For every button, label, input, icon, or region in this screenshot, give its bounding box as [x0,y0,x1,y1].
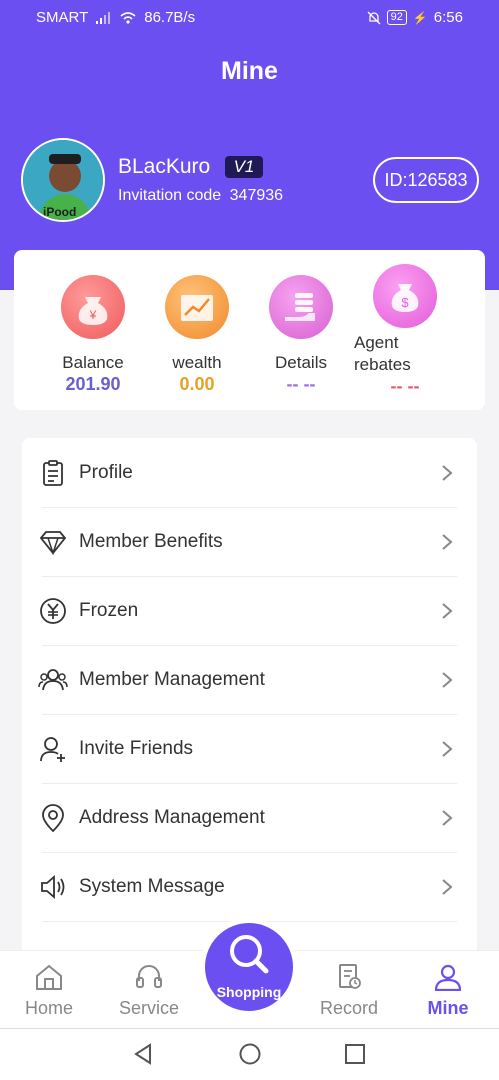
menu-label: Frozen [79,599,139,621]
invitation-value: 347936 [229,187,284,204]
document-clock-icon [339,964,361,989]
svg-text:¥: ¥ [89,308,97,322]
page-title: Mine [221,57,278,85]
stat-label: Details [275,353,327,372]
invitation-code: Invitation code 347936 [118,187,283,205]
menu-card: Profile Member Benefits Frozen Member Ma… [22,438,477,998]
chevron-right-icon [442,809,453,826]
invitation-label: Invitation code [118,187,222,204]
stats-card: ¥ Balance 201.90 wealth 0.00 Details -- … [14,250,485,410]
user-icon [434,964,462,992]
menu-label: Member Management [79,668,265,690]
network-speed: 86.7B/s [144,9,196,26]
vip-badge: V1 [225,156,263,178]
chevron-right-icon [442,533,453,550]
home-icon [36,964,62,990]
stat-balance[interactable]: ¥ Balance 201.90 [43,275,143,394]
nav-label: Shopping [216,984,282,1000]
charging-icon: ⚡ [412,10,428,25]
chevron-right-icon [442,602,453,619]
avatar[interactable]: iPood [21,138,105,222]
stat-wealth[interactable]: wealth 0.00 [147,275,247,394]
menu-item-invite-friends[interactable]: Invite Friends [22,714,477,783]
menu-label: Address Management [79,806,265,828]
stat-value: 201.90 [65,374,121,394]
menu-label: Invite Friends [79,737,194,759]
nav-label: Mine [427,998,469,1018]
users-icon [38,668,68,690]
search-icon [230,935,269,974]
stat-label-container: Agent rebates [354,332,455,376]
money-bag-icon: ¥ [61,275,125,339]
clipboard-icon [43,459,63,486]
nav-record[interactable]: Record [309,951,389,1029]
chevron-right-icon [442,878,453,895]
carrier-name: SMART [36,9,89,26]
menu-item-system-message[interactable]: System Message [22,852,477,921]
recents-icon[interactable] [343,1042,367,1066]
stat-agent-rebates[interactable]: $ Agent rebates -- -- [354,264,455,396]
bell-muted-icon [367,11,381,24]
yen-circle-icon [40,597,66,624]
system-nav-bar [0,1028,499,1080]
status-bar: SMART 86.7B/s 92 ⚡ 6:56 [0,0,499,34]
menu-item-member-management[interactable]: Member Management [22,645,477,714]
nav-label: Home [24,998,73,1018]
chevron-right-icon [442,671,453,688]
nav-home[interactable]: Home [9,951,89,1029]
speaker-icon [41,874,65,899]
home-circle-icon[interactable] [238,1042,262,1066]
stat-label: wealth [172,353,222,372]
menu-label: Profile [79,461,133,483]
chart-growth-icon [165,275,229,339]
user-id-pill[interactable]: ID:126583 [373,157,479,203]
menu-label: System Message [79,875,225,897]
location-pin-icon [42,803,64,832]
wifi-icon [120,11,136,24]
user-add-icon [40,736,65,762]
dollar-bag-icon: $ [373,264,437,328]
menu-label: Member Benefits [79,530,223,552]
stat-label: Balance [62,353,124,372]
menu-item-profile[interactable]: Profile [22,438,477,507]
menu-item-address-management[interactable]: Address Management [22,783,477,852]
headset-icon [136,965,162,988]
stat-value: 0.00 [179,374,215,394]
stat-details[interactable]: Details -- -- [251,275,351,394]
shopping-button[interactable]: Shopping [200,918,298,1016]
signal-icon [96,11,111,24]
nav-mine[interactable]: Mine [408,951,488,1029]
username: BLacKuro [118,155,211,178]
hand-coins-icon [269,275,333,339]
nav-label: Record [319,998,379,1018]
menu-item-member-benefits[interactable]: Member Benefits [22,507,477,576]
chevron-right-icon [442,464,453,481]
diamond-icon [39,530,67,555]
menu-item-frozen[interactable]: Frozen [22,576,477,645]
clock: 6:56 [433,9,463,26]
stat-label: Agent rebates [354,333,411,374]
svg-text:iPood: iPood [43,205,76,219]
nav-service[interactable]: Service [109,951,189,1029]
battery-level: 92 [386,10,407,25]
stat-value: -- -- [286,374,316,394]
chevron-right-icon [442,740,453,757]
svg-text:$: $ [401,295,409,310]
back-icon[interactable] [131,1042,155,1066]
stat-value: -- -- [390,376,420,396]
nav-label: Service [118,998,180,1018]
